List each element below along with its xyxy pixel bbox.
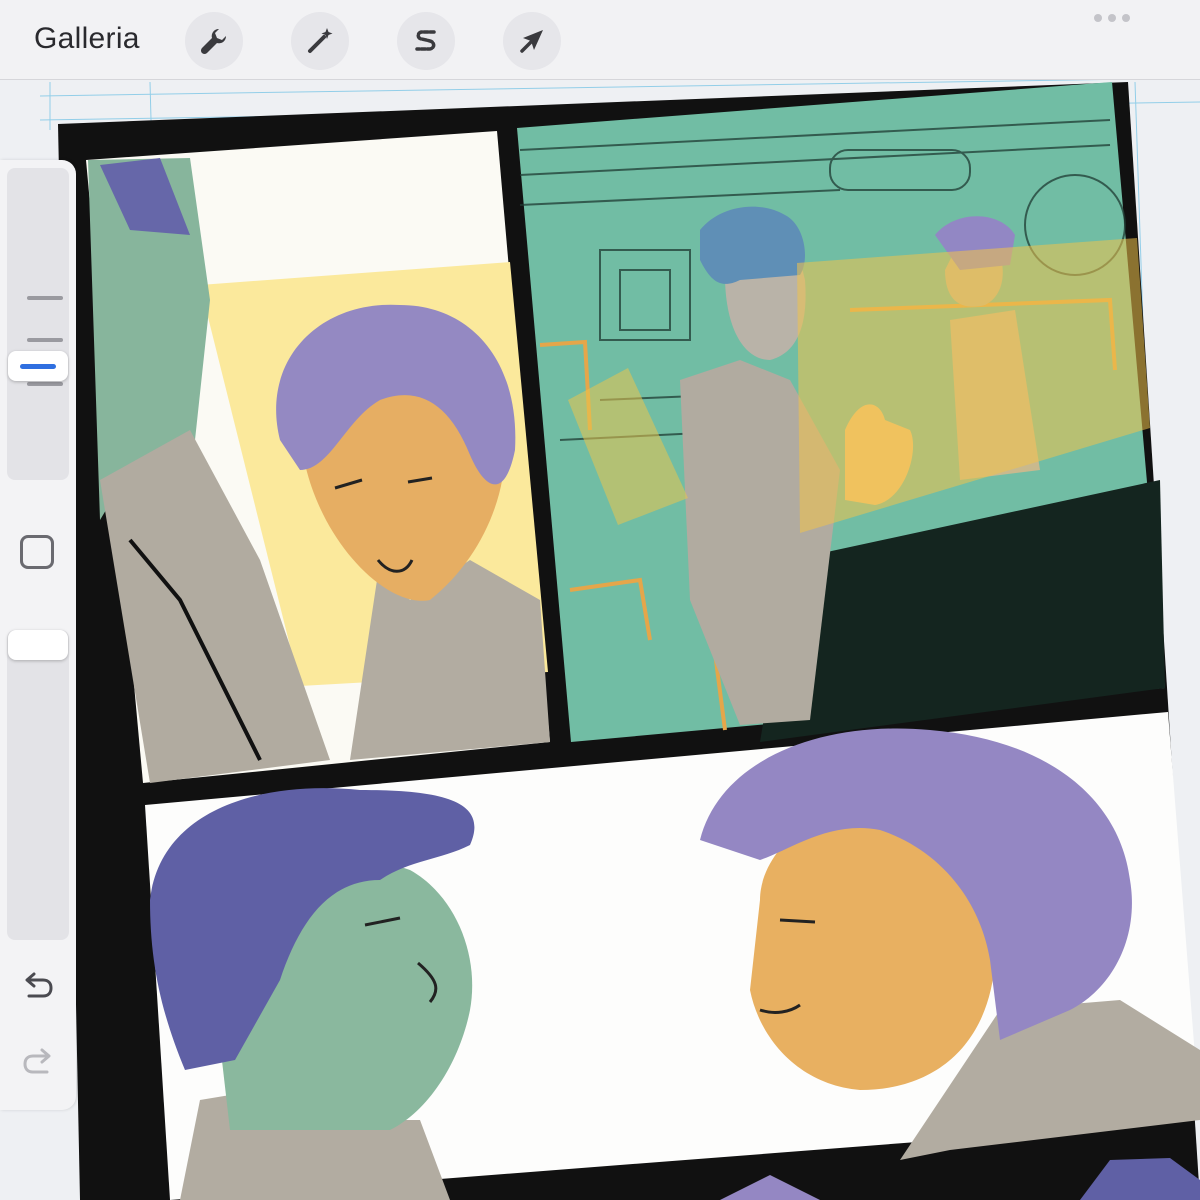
panel-top-left [86,131,550,783]
panel-top-right [517,82,1165,742]
undo-arrow-icon [25,972,53,998]
square-icon[interactable] [20,535,54,569]
size-tick [27,338,63,342]
brush-opacity-slider[interactable] [7,630,69,940]
undo-button[interactable] [18,966,58,1006]
selection-s-icon [415,30,436,51]
redo-button[interactable] [18,1042,58,1082]
size-tick [27,296,63,300]
size-tick [27,382,63,386]
arrow-cursor-icon [520,30,543,53]
selection-button[interactable] [397,12,455,70]
transform-button[interactable] [503,12,561,70]
magic-wand-icon [308,28,333,53]
more-dots-icon[interactable] [1094,14,1130,22]
brush-size-slider[interactable] [7,168,69,480]
brush-size-handle[interactable] [8,351,68,381]
adjustments-button[interactable] [291,12,349,70]
brush-opacity-handle[interactable] [8,630,68,660]
left-sidebar [0,160,76,1110]
gallery-button[interactable]: Galleria [34,22,140,56]
brush-size-indicator [20,364,56,369]
top-toolbar: Galleria [0,0,1200,80]
redo-arrow-icon [23,1048,51,1074]
drawing-canvas[interactable] [0,80,1200,1200]
actions-button[interactable] [185,12,243,70]
comic-page-artwork [39,80,1200,1200]
wrench-icon [200,28,227,55]
